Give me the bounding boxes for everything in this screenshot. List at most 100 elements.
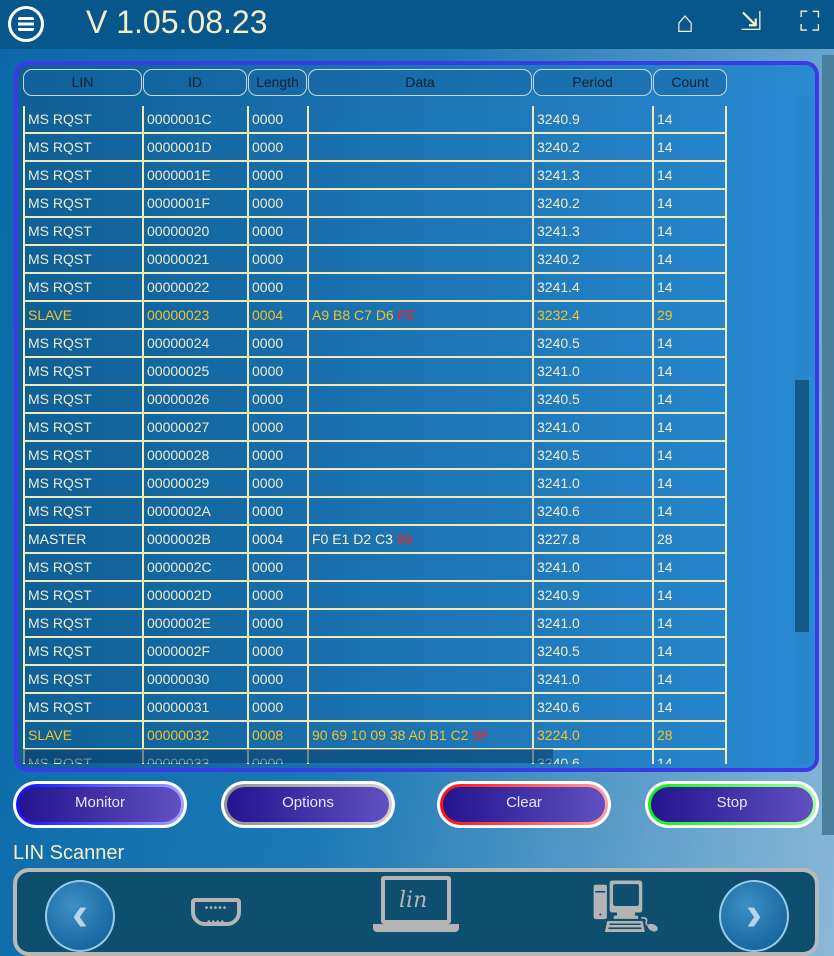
table-row[interactable]: MS RQST 00000021 0000 3240.2 14 [23, 246, 727, 274]
previous-arrow-icon[interactable]: ‹ [45, 880, 115, 952]
scrollbar-thumb[interactable] [795, 380, 809, 632]
lin-laptop-icon[interactable]: lin [381, 876, 451, 924]
table-row[interactable]: MS RQST 0000002A 0000 3240.6 14 [23, 498, 727, 526]
table-row[interactable]: MS RQST 0000001D 0000 3240.2 14 [23, 134, 727, 162]
cell-period: 3240.5 [532, 330, 652, 358]
cell-lin: MS RQST [23, 414, 142, 442]
table-row[interactable]: MS RQST 00000022 0000 3241.4 14 [23, 274, 727, 302]
cell-count: 14 [652, 638, 727, 666]
table-row[interactable]: SLAVE 00000032 0008 90 69 10 09 38 A0 B1 C2… [23, 722, 727, 750]
next-arrow-icon[interactable]: › [719, 880, 789, 952]
cell-data [307, 470, 532, 498]
cell-lin: MS RQST [23, 218, 142, 246]
cell-length: 0000 [247, 582, 307, 610]
pc-sync-icon[interactable]: 🖳 [591, 876, 660, 940]
table-row[interactable]: MS RQST 0000001C 0000 3240.9 14 [23, 106, 727, 134]
table-row[interactable]: MS RQST 0000001F 0000 3240.2 14 [23, 190, 727, 218]
table-row[interactable]: MS RQST 00000025 0000 3241.0 14 [23, 358, 727, 386]
cell-data [307, 414, 532, 442]
cell-id: 00000024 [142, 330, 247, 358]
cell-count: 14 [652, 442, 727, 470]
cell-length: 0008 [247, 722, 307, 750]
table-body: MS RQST 0000001C 0000 3240.9 14 MS RQST 00000… [23, 96, 727, 764]
home-icon[interactable]: ⌂ [676, 6, 694, 40]
table-row[interactable]: MS RQST 0000002D 0000 3240.9 14 [23, 582, 727, 610]
restore-window-icon[interactable]: ⇲ [740, 6, 762, 37]
fullscreen-icon[interactable]: ⛶ [800, 6, 820, 39]
cell-lin: MS RQST [23, 442, 142, 470]
table-row[interactable]: MS RQST 00000028 0000 3240.5 14 [23, 442, 727, 470]
table-row[interactable]: MS RQST 00000026 0000 3240.5 14 [23, 386, 727, 414]
table-row[interactable]: MS RQST 00000030 0000 3241.0 14 [23, 666, 727, 694]
cell-lin: MS RQST [23, 358, 142, 386]
cell-id: 0000001F [142, 190, 247, 218]
table-row[interactable]: MS RQST 00000027 0000 3241.0 14 [23, 414, 727, 442]
column-header-data[interactable]: Data [308, 69, 532, 96]
cell-data: 90 69 10 09 38 A0 B1 C2 9F [307, 722, 532, 750]
cell-length: 0000 [247, 330, 307, 358]
cell-length: 0000 [247, 610, 307, 638]
cell-data [307, 162, 532, 190]
table-row[interactable]: MS RQST 00000020 0000 3241.3 14 [23, 218, 727, 246]
column-header-length[interactable]: Length [248, 69, 307, 96]
cell-count: 14 [652, 582, 727, 610]
cell-period: 3232.4 [532, 302, 652, 330]
cell-period: 3227.8 [532, 526, 652, 554]
table-row[interactable]: MS RQST 0000002E 0000 3241.0 14 [23, 610, 727, 638]
cell-data [307, 498, 532, 526]
cell-count: 14 [652, 162, 727, 190]
stop-button[interactable]: Stop [645, 781, 819, 828]
table-row[interactable]: MS RQST 00000031 0000 3240.6 14 [23, 694, 727, 722]
cell-period: 3224.0 [532, 722, 652, 750]
clear-button[interactable]: Clear [437, 781, 611, 828]
cell-count: 29 [652, 302, 727, 330]
cell-lin: MS RQST [23, 694, 142, 722]
cell-length: 0000 [247, 498, 307, 526]
column-header-id[interactable]: ID [143, 69, 247, 96]
table-row[interactable]: MS RQST 0000002C 0000 3241.0 14 [23, 554, 727, 582]
cell-data [307, 610, 532, 638]
table-row[interactable]: MS RQST 00000024 0000 3240.5 14 [23, 330, 727, 358]
vertical-scrollbar[interactable] [795, 96, 809, 764]
serial-port-icon[interactable]: ••••• •••• [191, 898, 241, 928]
cell-period: 3241.0 [532, 358, 652, 386]
cell-period: 3240.6 [532, 498, 652, 526]
cell-id: 00000021 [142, 246, 247, 274]
table-row[interactable]: MS RQST 0000002F 0000 3240.5 14 [23, 638, 727, 666]
page-scrollbar[interactable] [822, 55, 834, 835]
table-row[interactable]: SLAVE 00000023 0004 A9 B8 C7 D6 FE 3232.4 29 [23, 302, 727, 330]
cell-period: 3240.2 [532, 190, 652, 218]
menu-icon[interactable] [8, 6, 44, 42]
cell-data [307, 554, 532, 582]
column-header-lin[interactable]: LIN [23, 69, 142, 96]
cell-lin: MS RQST [23, 554, 142, 582]
cell-data [307, 638, 532, 666]
data-bytes: A9 B8 C7 D6 [312, 307, 394, 323]
table-row[interactable]: MASTER 0000002B 0004 F0 E1 D2 C3 96 3227.8 28 [23, 526, 727, 554]
cell-data [307, 274, 532, 302]
column-header-period[interactable]: Period [533, 69, 652, 96]
cell-data [307, 246, 532, 274]
table-row[interactable]: MS RQST 0000001E 0000 3241.3 14 [23, 162, 727, 190]
monitor-button[interactable]: Monitor [13, 781, 187, 828]
cell-id: 00000028 [142, 442, 247, 470]
cell-period: 3240.9 [532, 582, 652, 610]
cell-data: A9 B8 C7 D6 FE [307, 302, 532, 330]
cell-data: F0 E1 D2 C3 96 [307, 526, 532, 554]
cell-count: 14 [652, 134, 727, 162]
options-button[interactable]: Options [221, 781, 395, 828]
lin-frame-table: MS RQST 0000001C 0000 3240.9 14 MS RQST 00000… [14, 61, 819, 772]
cell-period: 3240.9 [532, 106, 652, 134]
cell-id: 0000001C [142, 106, 247, 134]
cell-id: 00000023 [142, 302, 247, 330]
cell-count: 14 [652, 610, 727, 638]
cell-length: 0000 [247, 246, 307, 274]
cell-lin: MS RQST [23, 134, 142, 162]
column-header-count[interactable]: Count [653, 69, 727, 96]
version-title: V 1.05.08.23 [86, 4, 268, 40]
horizontal-scrollbar[interactable] [23, 749, 553, 763]
cell-id: 0000002C [142, 554, 247, 582]
cell-id: 00000020 [142, 218, 247, 246]
cell-data [307, 358, 532, 386]
table-row[interactable]: MS RQST 00000029 0000 3241.0 14 [23, 470, 727, 498]
